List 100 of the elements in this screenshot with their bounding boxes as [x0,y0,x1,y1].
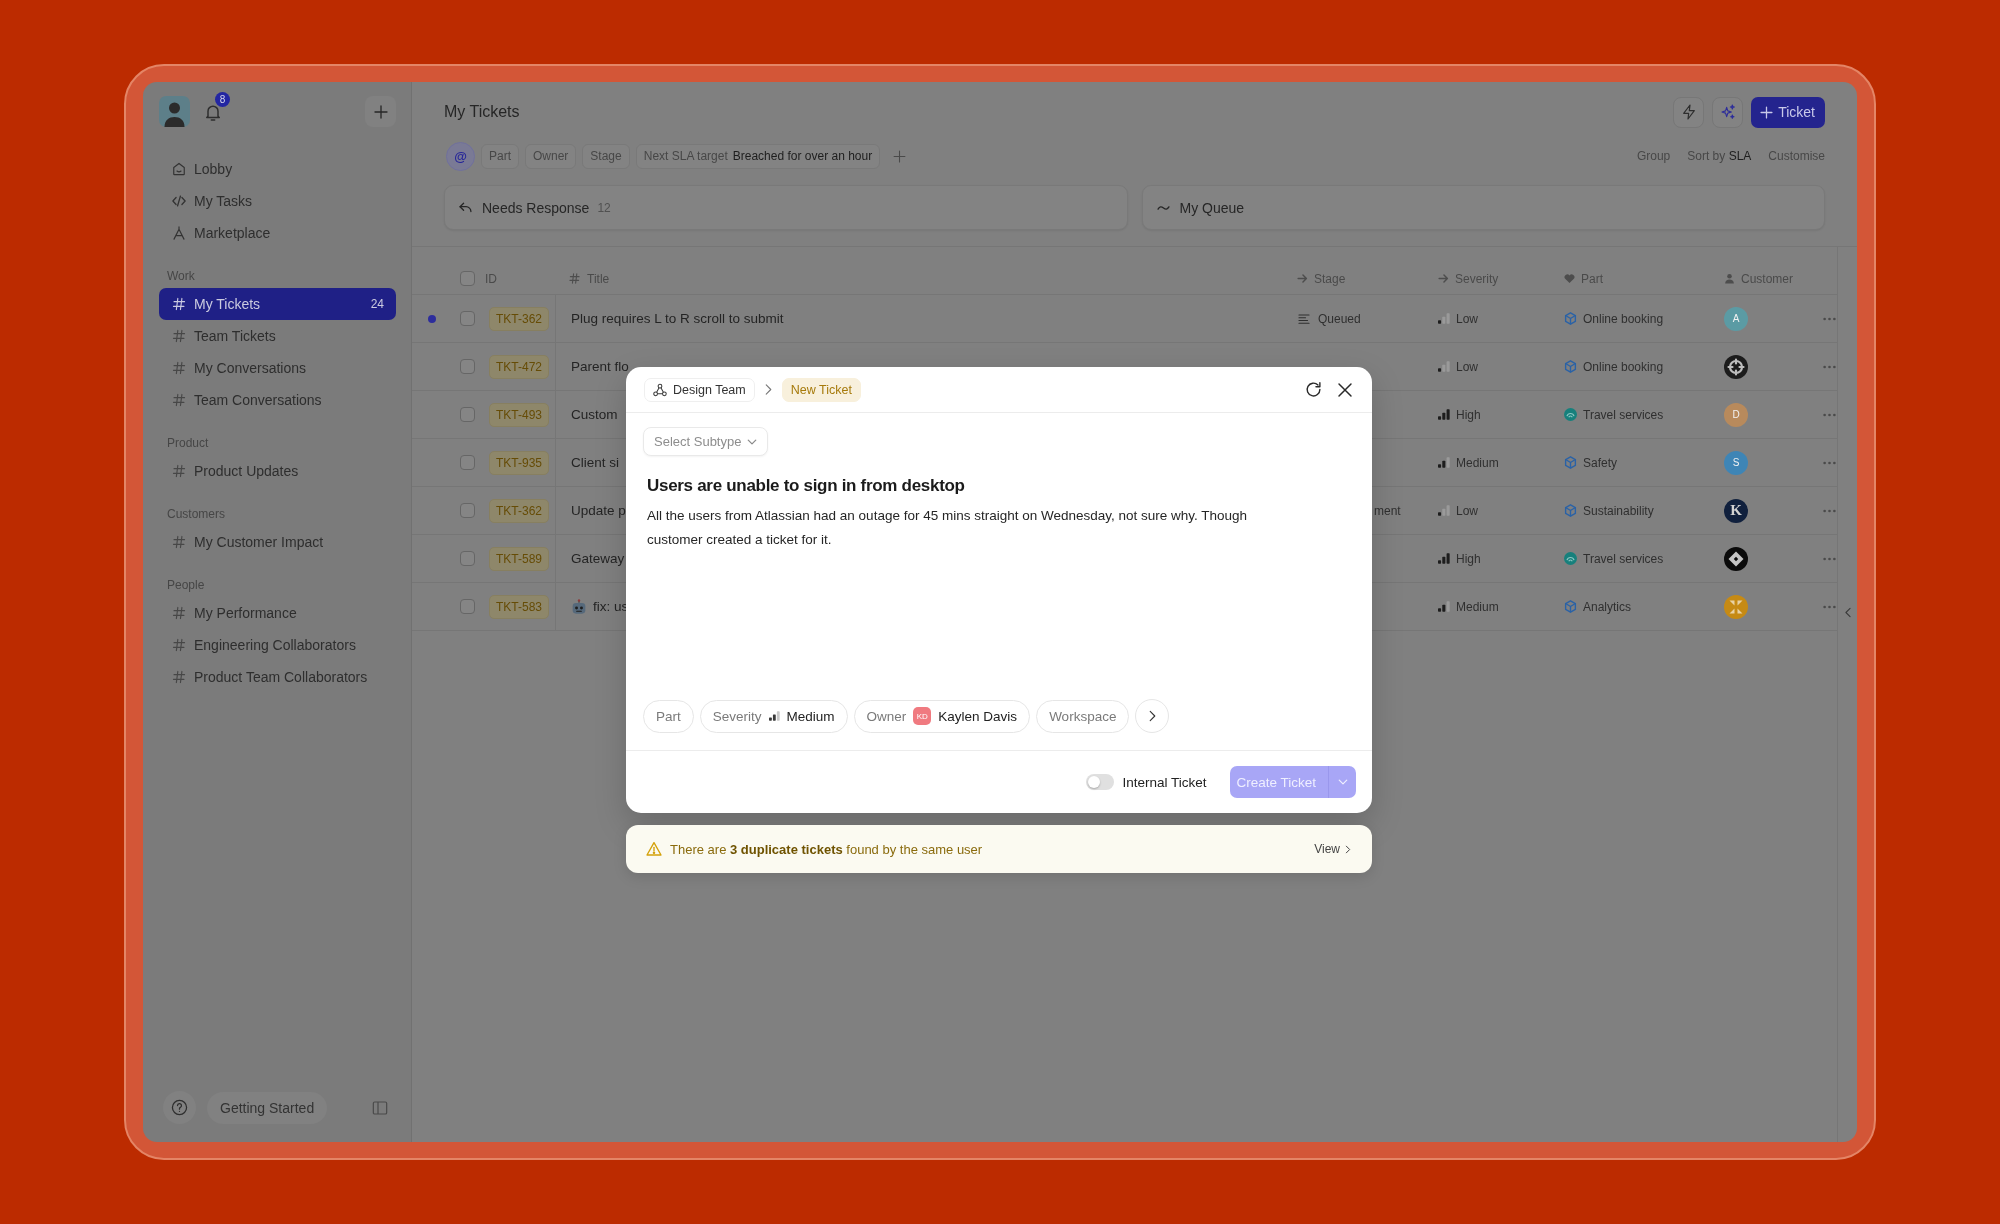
part-label: Travel services [1583,407,1664,422]
plus-icon [372,103,389,120]
create-options-button[interactable] [1328,766,1356,798]
filter-chip[interactable]: Owner [525,143,577,169]
nav-item[interactable]: My Customer Impact [159,526,396,558]
ticket-title: Custom [571,407,618,422]
part-label: Sustainability [1583,503,1654,518]
nav-item[interactable]: Engineering Collaborators [159,629,396,661]
severity-label: Low [1456,503,1478,518]
more-icon[interactable] [1823,316,1836,321]
part-label: Safety [1583,455,1618,470]
avatar-icon[interactable] [159,96,190,127]
nav-item[interactable]: Marketplace [159,217,396,249]
severity-label: Low [1456,311,1478,326]
customer-avatar: K [1724,498,1748,523]
nav-item[interactable]: Product Updates [159,455,396,487]
hash-icon [172,361,186,375]
row-checkbox[interactable] [459,359,475,374]
plus-icon [1760,105,1774,119]
internal-ticket-toggle[interactable] [1086,774,1115,790]
stage-label: ment [1373,503,1401,518]
view-card[interactable]: My Queue [1141,185,1825,230]
plus-icon[interactable] [893,149,907,163]
nav-item[interactable]: Team Conversations [159,384,396,416]
chevron-down-icon [747,436,758,447]
hash-icon [172,535,186,549]
ticket-title: Gateway [571,551,625,566]
team-breadcrumb[interactable]: Design Team [644,377,755,402]
tilde-icon [1156,204,1170,211]
field-chip[interactable]: Owner KD Kaylen Davis [853,699,1031,733]
arrow-right-icon [1297,273,1308,284]
filter-chip[interactable]: Next SLA target Breached for over an hour [635,143,881,169]
hash-icon [172,297,186,311]
ai-button[interactable] [1712,96,1744,128]
filter-chip[interactable]: Part [481,143,519,169]
current-breadcrumb: New Ticket [781,377,861,402]
field-chip[interactable]: Workspace [1036,699,1130,733]
more-icon[interactable] [1823,412,1836,417]
nav-item[interactable]: My Tasks [159,185,396,217]
ticket-title: Parent flo [571,359,629,374]
row-checkbox[interactable] [459,407,475,422]
row-checkbox[interactable] [459,455,475,470]
part-label: Travel services [1583,551,1664,566]
reply-icon [459,201,472,214]
chevron-left-icon[interactable] [1842,606,1853,619]
field-chip[interactable]: Part [643,699,694,733]
view-link[interactable]: View [1314,842,1352,856]
automation-button[interactable] [1673,96,1705,128]
more-fields-button[interactable] [1135,699,1170,733]
new-button[interactable] [365,96,396,127]
hash-icon [569,273,580,284]
hash-icon [172,638,186,652]
customise-button[interactable]: Customise [1768,149,1825,163]
group-button[interactable]: Group [1636,149,1671,163]
nav-item[interactable]: Team Tickets [159,320,396,352]
help-button[interactable] [163,1091,196,1124]
ticket-description-input[interactable]: All the users from Atlassian had an outage for 45 mins straight on Wednesday, not sure why. Though customer created a ticket for it. [643,504,1287,552]
field-chip[interactable]: Severity Medium [699,699,848,733]
cube-icon [1564,360,1577,373]
owner-avatar: KD [913,707,932,725]
nav-item[interactable]: Lobby [159,153,396,185]
toggle-label: Internal Ticket [1122,774,1207,790]
more-icon[interactable] [1823,556,1836,561]
broadcast-icon [1564,552,1577,565]
nav-item[interactable]: My Tickets 24 [159,288,396,320]
select-all-checkbox[interactable] [459,271,475,286]
more-icon[interactable] [1823,460,1836,465]
more-icon[interactable] [1823,508,1836,513]
more-icon[interactable] [1823,364,1836,369]
ticket-id: TKT-362 [489,306,550,331]
row-checkbox[interactable] [459,311,475,326]
row-checkbox[interactable] [459,599,475,614]
more-icon[interactable] [1823,604,1836,609]
refresh-icon[interactable] [1305,381,1322,398]
signal-bars-icon [1438,553,1450,564]
subtype-select[interactable]: Select Subtype [643,427,769,456]
row-checkbox[interactable] [459,551,475,566]
robot-icon [571,598,587,615]
warning-icon [646,841,662,857]
panel-icon[interactable] [372,1099,388,1116]
mention-filter[interactable]: @ [446,141,475,171]
cube-icon [1564,456,1577,469]
close-icon[interactable] [1337,381,1353,398]
nav-item[interactable]: My Conversations [159,352,396,384]
row-checkbox[interactable] [459,503,475,518]
severity-label: High [1456,551,1481,566]
hash-icon [172,393,186,407]
new-ticket-button[interactable]: Ticket [1751,96,1825,128]
signal-bars-icon [1438,361,1450,372]
filter-chip[interactable]: Stage [582,143,630,169]
nav-item[interactable]: My Performance [159,597,396,629]
getting-started-button[interactable]: Getting Started [207,1091,328,1124]
nav-item[interactable]: Product Team Collaborators [159,661,396,693]
ticket-title-input[interactable]: Users are unable to sign in from desktop [643,475,965,497]
sort-button[interactable]: Sort by SLA [1687,149,1752,163]
hash-icon [172,329,186,343]
compass-icon [172,226,186,240]
part-label: Online booking [1583,311,1664,326]
customer-avatar: A [1724,306,1748,331]
cube-icon [1564,312,1577,325]
